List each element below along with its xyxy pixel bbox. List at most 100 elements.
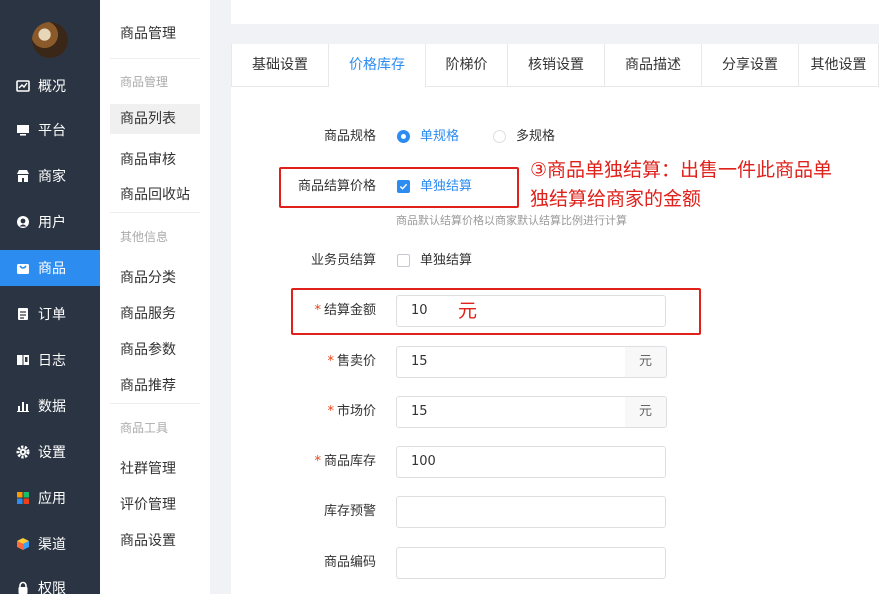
sidebar-item-settings[interactable]: 设置	[0, 434, 100, 470]
subnav-item-goods-settings[interactable]: 商品设置	[120, 530, 176, 550]
sidebar-item-log[interactable]: 日志	[0, 342, 100, 378]
sidebar-item-label: 应用	[38, 491, 66, 507]
sidebar-item-label: 设置	[38, 445, 66, 461]
market-price-unit: 元	[625, 396, 667, 428]
tab-share[interactable]: 分享设置	[702, 44, 799, 86]
subnav-item-service[interactable]: 商品服务	[120, 303, 176, 323]
annotation-box-settle-amount	[291, 288, 701, 335]
required-mark: *	[314, 454, 321, 469]
sale-price-label: * 售卖价	[327, 346, 376, 378]
subnav-item-recommend[interactable]: 商品推荐	[120, 375, 176, 395]
spec-single-radio[interactable]	[397, 130, 410, 143]
subnav-item-goods-recycle[interactable]: 商品回收站	[120, 184, 190, 204]
market-price-row: * 市场价 15 元	[231, 396, 879, 428]
sale-price-label-text: 售卖价	[336, 354, 376, 369]
sidebar-item-order[interactable]: 订单	[0, 296, 100, 332]
stock-row: * 商品库存 100	[231, 446, 879, 478]
bag-icon	[14, 259, 32, 277]
salesman-checkbox-label[interactable]: 单独结算	[420, 245, 472, 277]
salesman-row: 业务员结算 单独结算	[231, 245, 879, 277]
divider	[110, 212, 200, 213]
sidebar-item-label: 数据	[38, 399, 66, 415]
annotation-box-settle-price	[279, 167, 519, 208]
sku-code-row: 商品编码	[231, 547, 879, 579]
sidebar-item-goods[interactable]: 商品	[0, 250, 100, 286]
app-window: 概况 平台 商家 用户 商品 订单 日志 数据 设置 应用 渠道 权限 商品管理…	[0, 0, 879, 594]
salesman-checkbox[interactable]	[397, 254, 410, 267]
sidebar-item-label: 日志	[38, 353, 66, 369]
market-price-label-text: 市场价	[336, 404, 376, 419]
subnav-group-label: 其他信息	[120, 230, 169, 244]
book-icon	[14, 351, 32, 369]
sidebar-item-permission[interactable]: 权限	[0, 570, 100, 594]
subnav-item-community[interactable]: 社群管理	[120, 458, 176, 478]
market-price-input[interactable]: 15	[396, 396, 626, 428]
sidebar-item-data[interactable]: 数据	[0, 388, 100, 424]
sidebar-item-channel[interactable]: 渠道	[0, 526, 100, 562]
tab-other[interactable]: 其他设置	[799, 44, 879, 86]
market-price-label: * 市场价	[327, 396, 376, 428]
subnav-item-goods-review[interactable]: 商品审核	[120, 149, 176, 169]
tab-bar: 基础设置 价格库存 阶梯价 核销设置 商品描述 分享设置 其他设置	[231, 44, 879, 87]
annotation-unit-note: 元	[458, 300, 478, 322]
divider	[110, 58, 200, 59]
sku-code-input[interactable]	[396, 547, 666, 579]
subnav-group-label: 商品管理	[120, 75, 169, 89]
subnav-item-params[interactable]: 商品参数	[120, 339, 176, 359]
tab-price-stock[interactable]: 价格库存	[329, 44, 426, 87]
main-sidebar: 概况 平台 商家 用户 商品 订单 日志 数据 设置 应用 渠道 权限	[0, 0, 100, 594]
cube-icon	[14, 535, 32, 553]
subnav-item-goods-list[interactable]: 商品列表	[110, 104, 200, 134]
store-icon	[14, 167, 32, 185]
sidebar-item-overview[interactable]: 概况	[0, 68, 100, 104]
tab-description[interactable]: 商品描述	[605, 44, 702, 86]
spec-single-label[interactable]: 单规格	[420, 121, 459, 153]
sidebar-item-label: 商品	[38, 261, 66, 277]
salesman-label: 业务员结算	[310, 253, 376, 268]
annotation-note-line-1: ③商品单独结算：出售一件此商品单	[530, 159, 833, 181]
top-panel	[231, 0, 879, 24]
spec-multi-label[interactable]: 多规格	[516, 121, 555, 153]
apps-icon	[14, 489, 32, 507]
sidebar-item-user[interactable]: 用户	[0, 204, 100, 240]
annotation-note-line-2: 独结算给商家的金额	[530, 188, 702, 210]
secondary-sidebar: 商品管理 商品管理 商品列表 商品审核 商品回收站 其他信息 商品分类 商品服务…	[100, 0, 210, 594]
subnav-item-reviews[interactable]: 评价管理	[120, 494, 176, 514]
sale-price-row: * 售卖价 15 元	[231, 346, 879, 378]
sidebar-item-label: 渠道	[38, 537, 66, 553]
sku-code-label: 商品编码	[323, 555, 376, 570]
stock-label-text: 商品库存	[323, 454, 376, 469]
sidebar-item-label: 平台	[38, 123, 66, 139]
sale-price-input[interactable]: 15	[396, 346, 626, 378]
sidebar-item-apps[interactable]: 应用	[0, 480, 100, 516]
sidebar-item-label: 权限	[38, 581, 66, 594]
settle-price-hint: 商品默认结算价格以商家默认结算比例进行计算	[396, 214, 627, 227]
sidebar-item-platform[interactable]: 平台	[0, 112, 100, 148]
monitor-icon	[14, 121, 32, 139]
subnav-item-category[interactable]: 商品分类	[120, 267, 176, 287]
required-mark: *	[327, 404, 334, 419]
divider	[110, 403, 200, 404]
spec-label: 商品规格	[323, 129, 376, 144]
stock-warning-row: 库存预警	[231, 496, 879, 528]
lock-icon	[14, 579, 32, 594]
sidebar-item-merchant[interactable]: 商家	[0, 158, 100, 194]
user-icon	[14, 213, 32, 231]
tab-verification[interactable]: 核销设置	[508, 44, 605, 86]
dashboard-icon	[14, 77, 32, 95]
document-icon	[14, 305, 32, 323]
spec-multi-radio[interactable]	[493, 130, 506, 143]
sidebar-item-label: 用户	[38, 215, 66, 231]
required-mark: *	[327, 354, 334, 369]
stock-label: * 商品库存	[314, 446, 376, 478]
stock-input[interactable]: 100	[396, 446, 666, 478]
app-logo	[32, 22, 68, 58]
tab-tier-price[interactable]: 阶梯价	[426, 44, 508, 86]
stock-warning-input[interactable]	[396, 496, 666, 528]
sidebar-item-label: 订单	[38, 307, 66, 323]
spec-row: 商品规格 单规格 多规格	[231, 121, 879, 153]
tab-basic[interactable]: 基础设置	[231, 44, 329, 86]
stock-warning-label: 库存预警	[323, 504, 376, 519]
sale-price-unit: 元	[625, 346, 667, 378]
sidebar-item-label: 概况	[38, 79, 66, 95]
